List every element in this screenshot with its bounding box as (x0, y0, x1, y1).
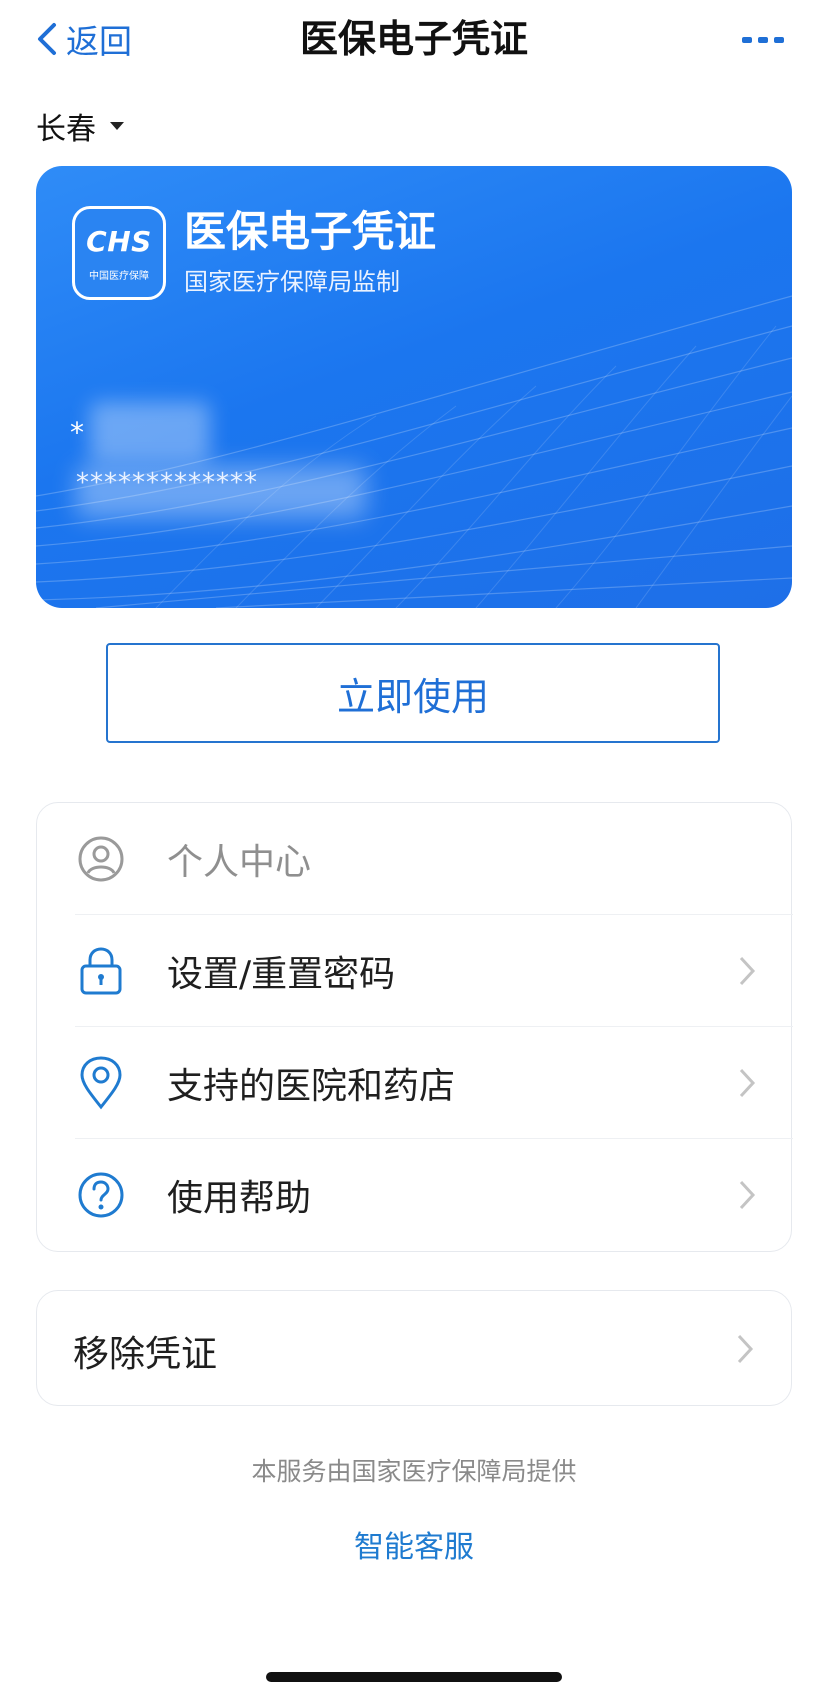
chevron-right-icon (739, 956, 756, 986)
more-dots-icon[interactable] (742, 30, 784, 50)
remove-voucher-label: 移除凭证 (73, 1334, 218, 1375)
menu-item-hospitals-pharmacies[interactable]: 支持的医院和药店 (37, 1027, 793, 1139)
menu-item-label: 个人中心 (167, 842, 312, 883)
nav-bar: 返回 医保电子凭证 (0, 0, 828, 80)
menu-item-label: 使用帮助 (167, 1178, 312, 1219)
caret-down-icon (110, 122, 124, 130)
card-title: 医保电子凭证 (184, 207, 437, 256)
user-circle-icon (75, 833, 127, 885)
lock-icon (75, 945, 127, 997)
logo-subtext: 中国医疗保障 (89, 271, 149, 282)
home-indicator (266, 1672, 562, 1682)
menu-item-label: 支持的医院和药店 (167, 1066, 456, 1107)
menu-item-help[interactable]: 使用帮助 (37, 1139, 793, 1251)
help-circle-icon (75, 1169, 127, 1221)
voucher-card: CHS 中国医疗保障 医保电子凭证 国家医疗保障局监制 * **********… (36, 166, 792, 608)
remove-voucher-button[interactable]: 移除凭证 (36, 1290, 792, 1406)
menu-item-personal-center[interactable]: 个人中心 (37, 803, 793, 915)
menu-item-label: 设置/重置密码 (167, 954, 396, 995)
city-selector[interactable]: 长春 (36, 104, 124, 148)
page-title: 医保电子凭证 (299, 17, 528, 61)
chevron-right-icon (739, 1068, 756, 1098)
service-provider-note: 本服务由国家医疗保障局提供 (251, 1457, 577, 1486)
chevron-right-icon (737, 1334, 754, 1364)
use-now-button[interactable]: 立即使用 (106, 643, 720, 743)
card-subtitle: 国家医疗保障局监制 (184, 268, 400, 296)
blurred-name-mask (90, 402, 210, 462)
chs-logo: CHS 中国医疗保障 (72, 206, 166, 300)
card-holder-name: * (70, 416, 86, 449)
menu-item-reset-password[interactable]: 设置/重置密码 (37, 915, 793, 1027)
card-number: ************* (76, 468, 258, 498)
chevron-right-icon (739, 1180, 756, 1210)
city-name: 长春 (36, 112, 96, 147)
smart-service-link[interactable]: 智能客服 (0, 1522, 828, 1566)
location-pin-icon (75, 1056, 127, 1110)
logo-text: CHS (86, 225, 152, 258)
menu-list: 个人中心 设置/重置密码 支持的医院和药店 使用帮助 (36, 802, 793, 1252)
